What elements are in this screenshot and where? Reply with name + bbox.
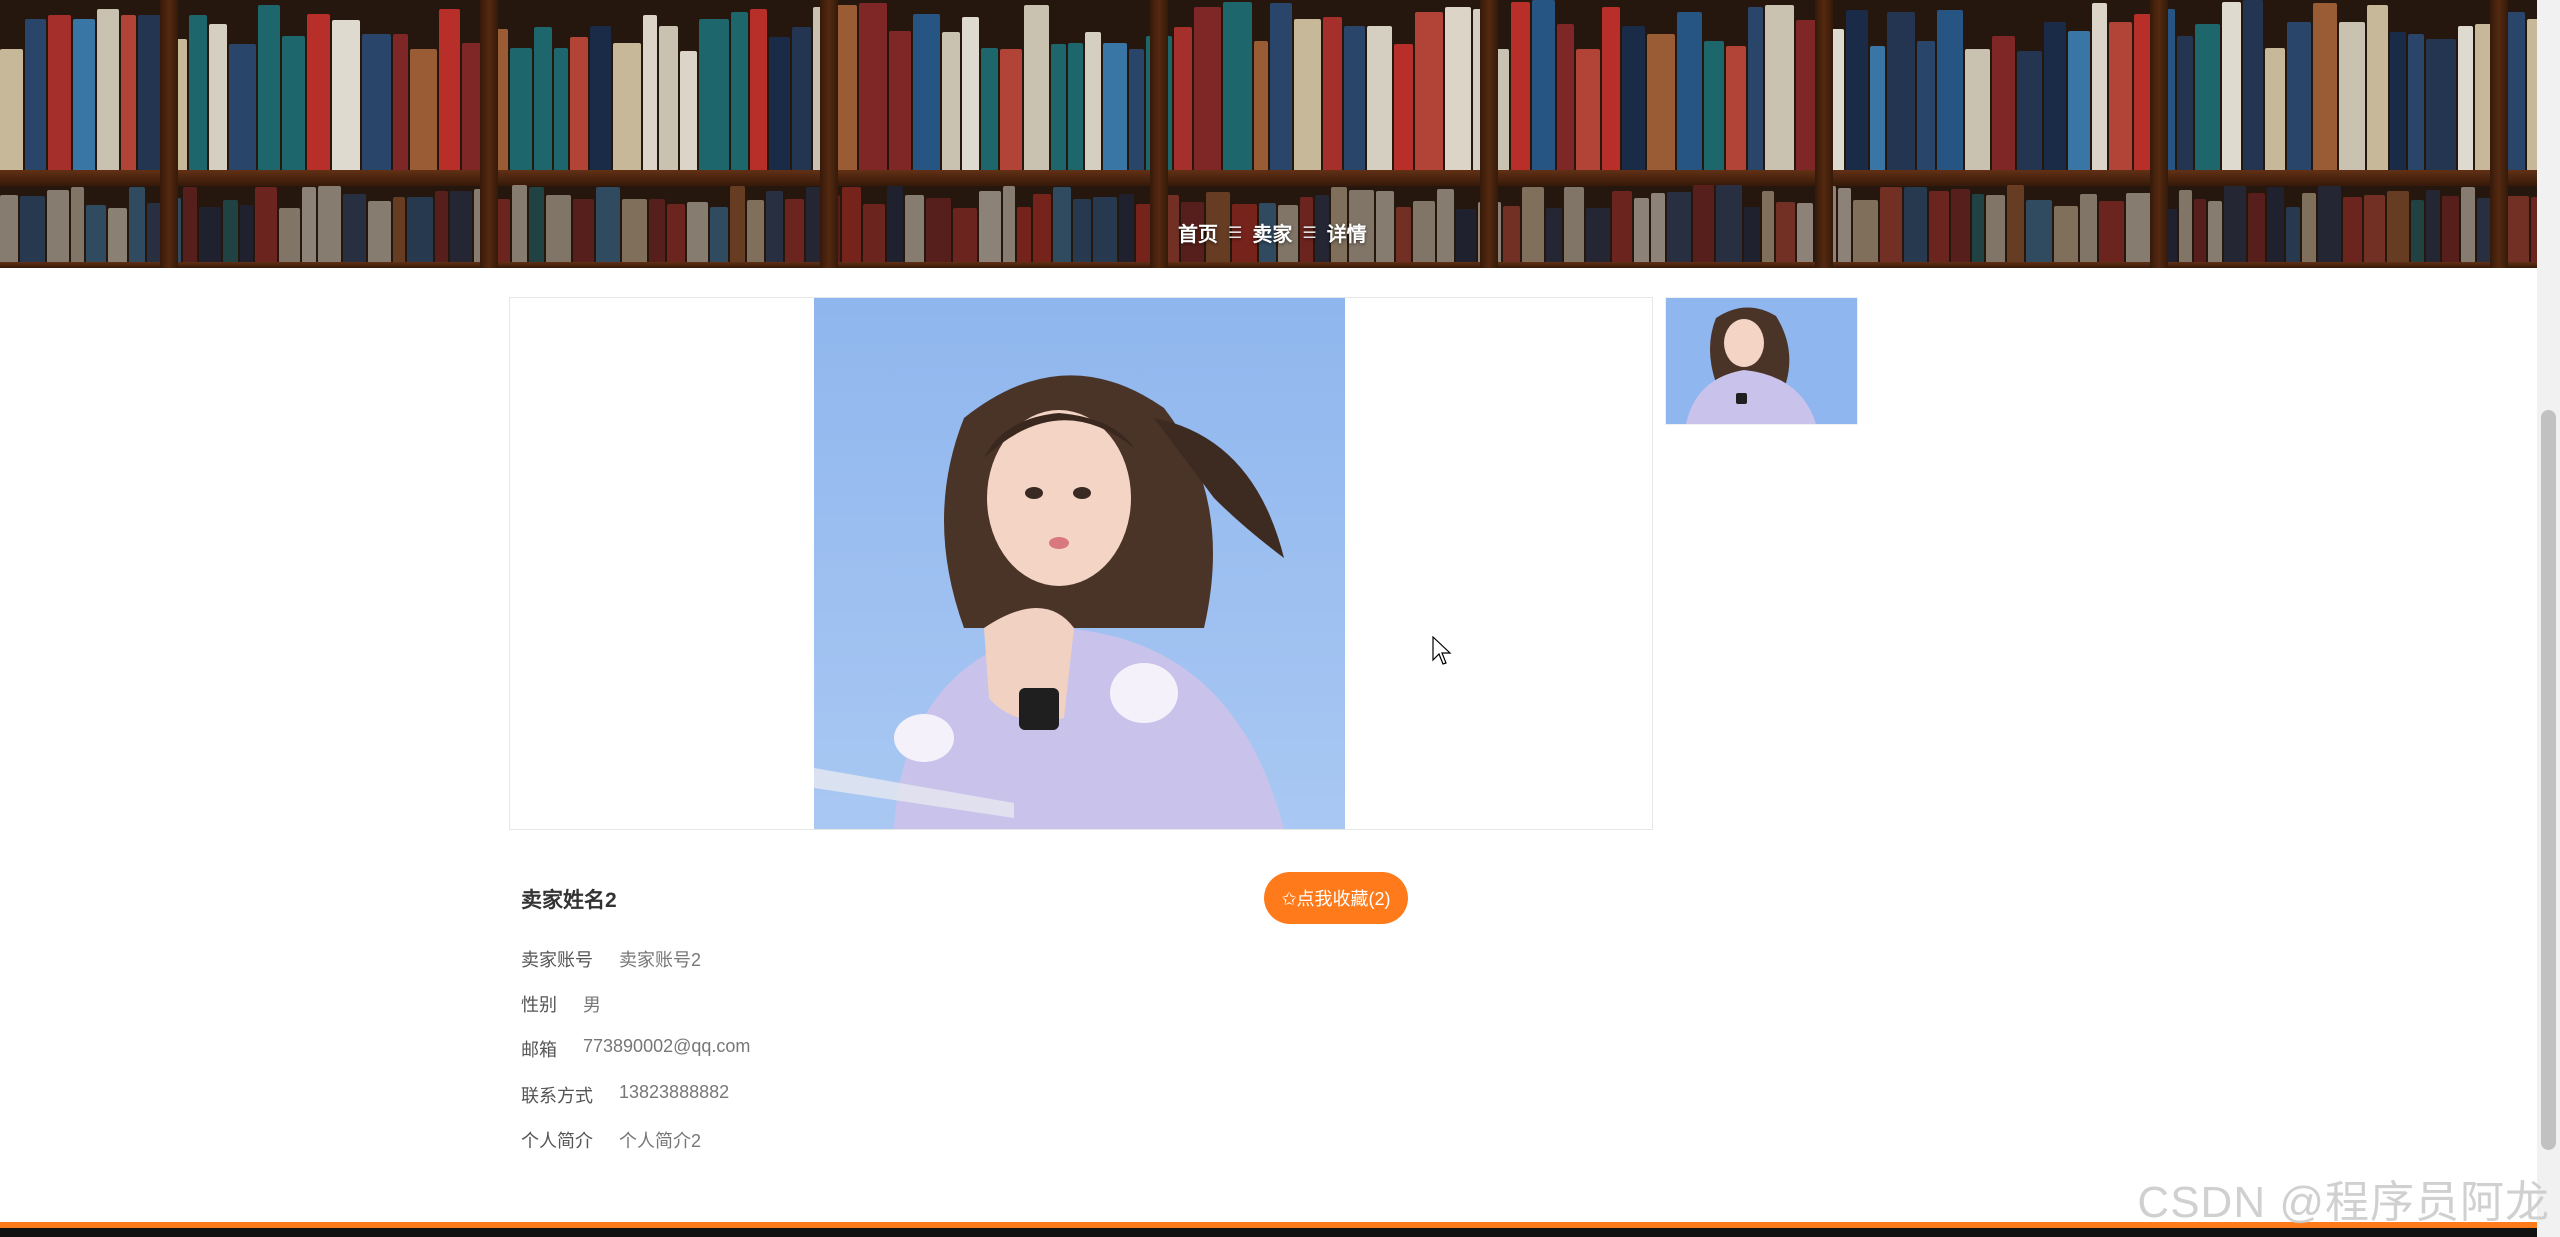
breadcrumb-home[interactable]: 首页 xyxy=(1178,218,1218,247)
portrait-thumbnail xyxy=(1666,298,1857,424)
info-row-email: 邮箱 773890002@qq.com xyxy=(521,1036,750,1062)
info-value: 卖家账号2 xyxy=(619,950,702,970)
breadcrumb-separator-icon: ☰ xyxy=(1228,224,1243,242)
info-label: 个人简介 xyxy=(521,1131,593,1151)
info-label: 邮箱 xyxy=(521,1040,557,1060)
info-row-phone: 联系方式 13823888882 xyxy=(521,1082,729,1108)
main-image-frame xyxy=(509,297,1653,830)
info-label: 联系方式 xyxy=(521,1086,593,1106)
info-label: 卖家账号 xyxy=(521,950,593,970)
seller-photo[interactable] xyxy=(814,298,1345,829)
breadcrumb: 首页 ☰ 卖家 ☰ 详情 xyxy=(1178,218,1367,247)
info-value: 男 xyxy=(583,995,601,1015)
info-row-gender: 性别 男 xyxy=(521,991,601,1017)
favorite-button[interactable]: ✩点我收藏(2) xyxy=(1264,872,1408,924)
hero-banner: 首页 ☰ 卖家 ☰ 详情 xyxy=(0,0,2537,268)
mouse-cursor-icon xyxy=(1432,636,1452,665)
info-row-bio: 个人简介 个人简介2 xyxy=(521,1127,701,1153)
info-value: 13823888882 xyxy=(619,1082,730,1102)
breadcrumb-current: 详情 xyxy=(1326,224,1367,246)
info-label: 性别 xyxy=(521,995,557,1015)
breadcrumb-separator-icon: ☰ xyxy=(1302,224,1317,242)
watermark: CSDN @程序员阿龙 xyxy=(2137,1178,2550,1227)
scrollbar-thumb[interactable] xyxy=(2541,410,2556,1150)
breadcrumb-seller[interactable]: 卖家 xyxy=(1252,218,1292,247)
info-value: 773890002@qq.com xyxy=(583,1036,751,1056)
thumbnail-image[interactable] xyxy=(1665,297,1858,425)
portrait-image xyxy=(814,298,1345,829)
favorite-button-label: ✩点我收藏(2) xyxy=(1281,889,1391,909)
info-value: 个人简介2 xyxy=(619,1131,702,1151)
seller-name: 卖家姓名2 xyxy=(521,889,617,912)
page-scrollbar[interactable] xyxy=(2537,0,2560,1237)
info-row-account: 卖家账号 卖家账号2 xyxy=(521,946,701,972)
